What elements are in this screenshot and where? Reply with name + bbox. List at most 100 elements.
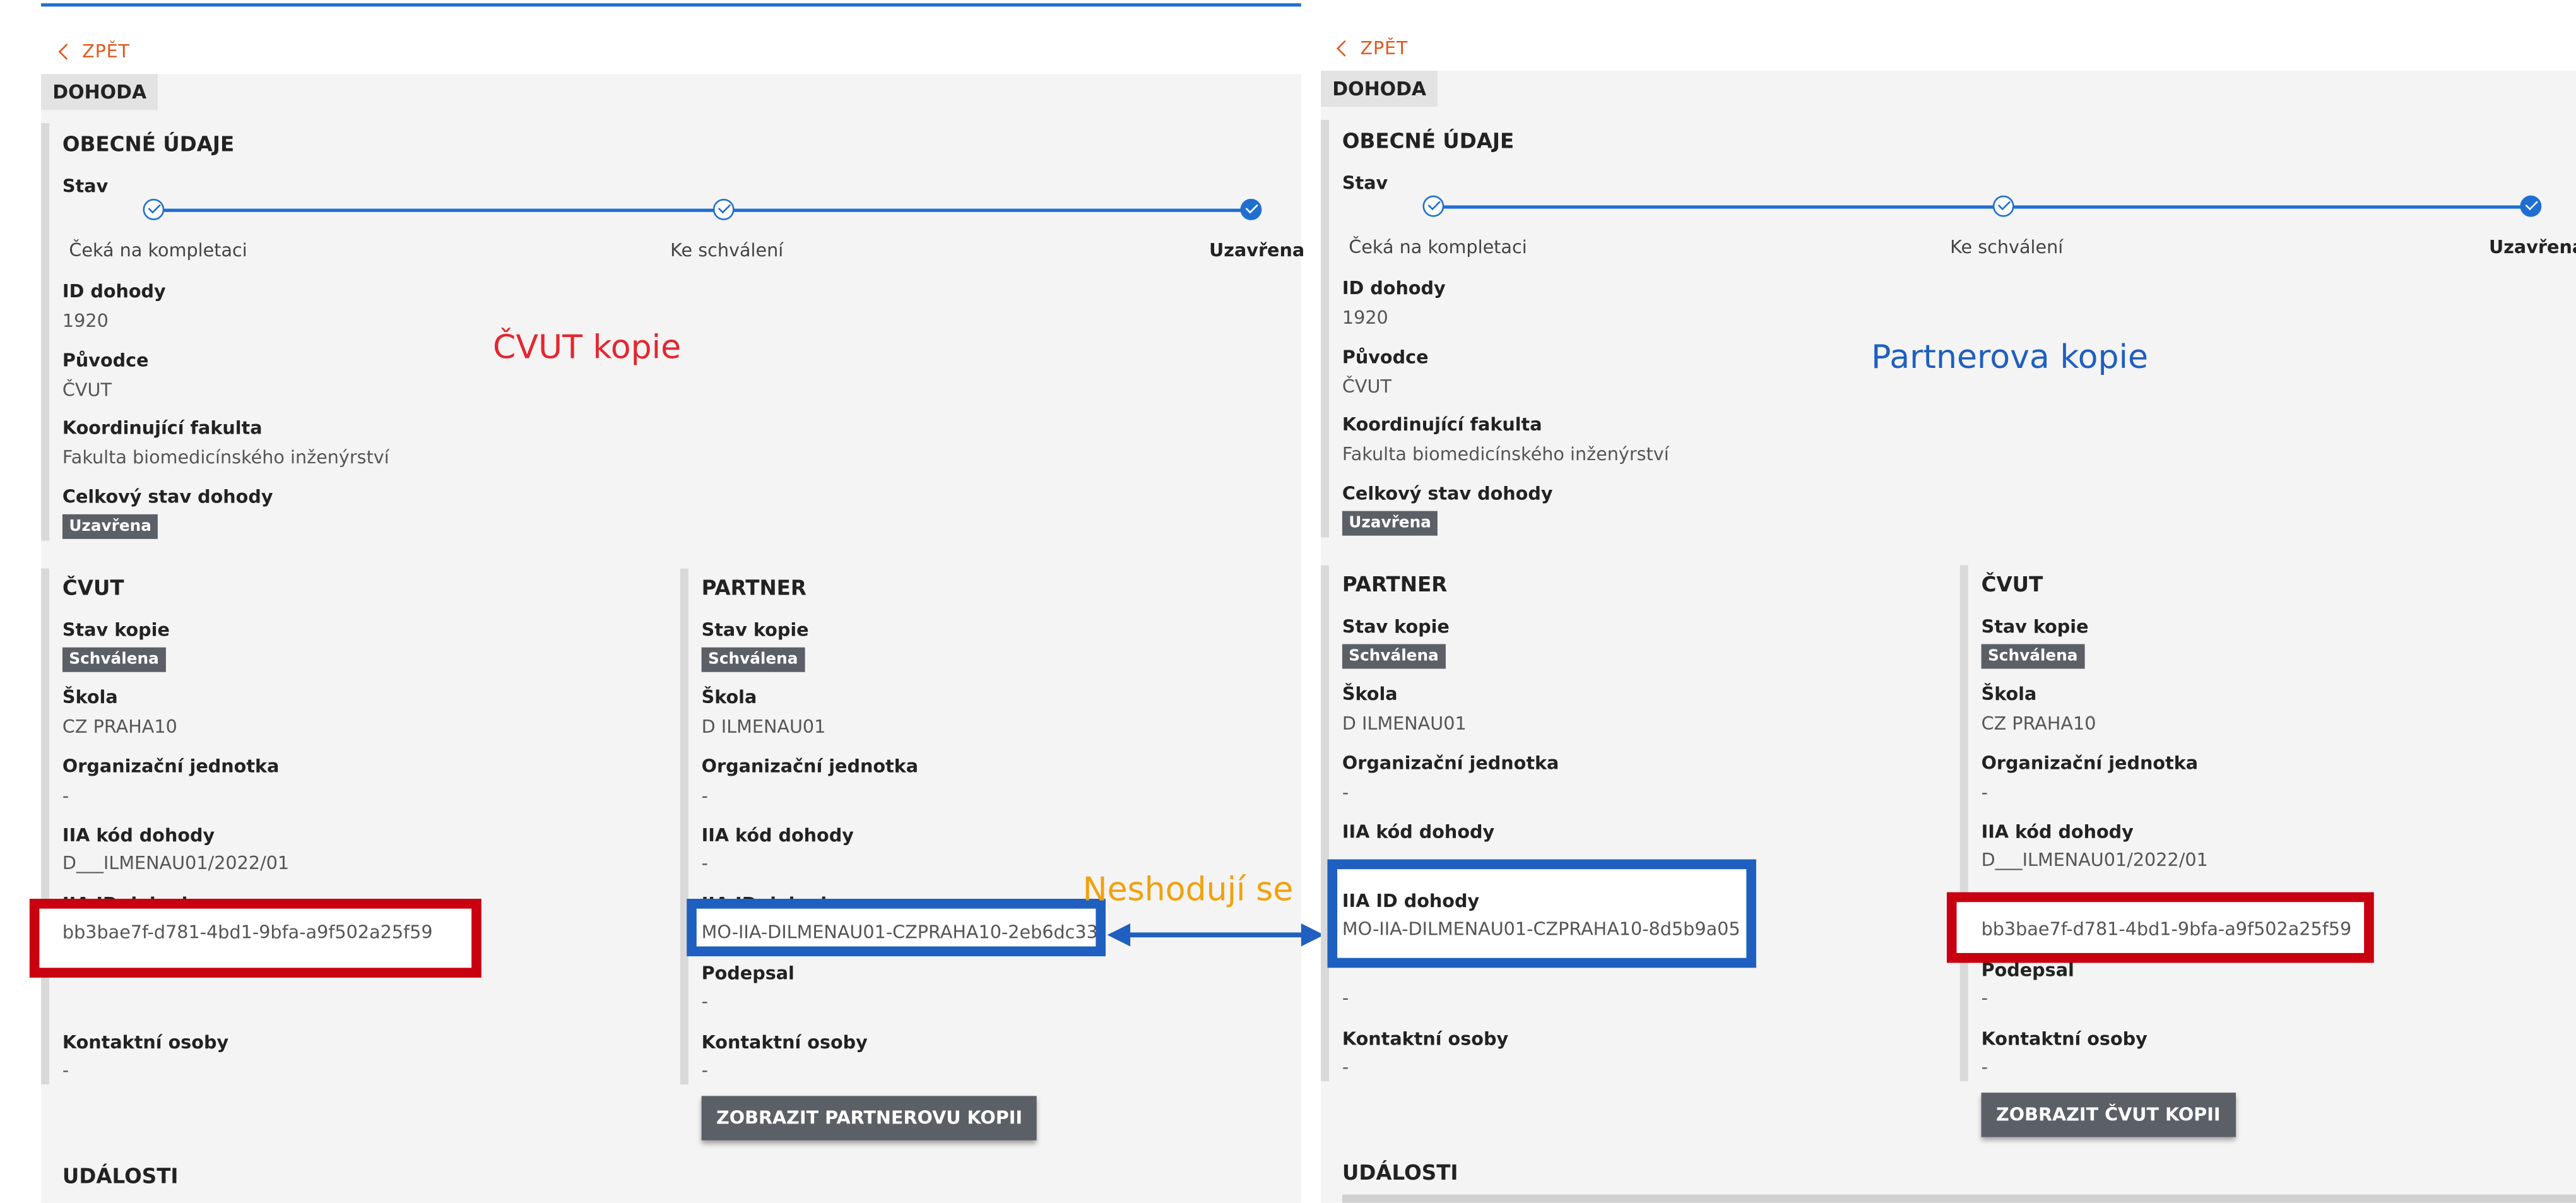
org-unit-value: -	[1342, 782, 1349, 804]
iia-id-label: IIA ID dohody	[1342, 890, 1480, 912]
contacts-label: Kontaktní osoby	[62, 1031, 229, 1053]
back-link-label: ZPĚT	[1360, 37, 1409, 59]
copy-status-badge: Schválena	[1342, 644, 1446, 669]
copy-status-label: Stav kopie	[1342, 616, 1450, 638]
faculty-label: Koordinující fakulta	[62, 417, 263, 439]
school-label: Škola	[1342, 683, 1398, 705]
general-section-title: OBECNÉ ÚDAJE	[62, 131, 235, 157]
step-label-current: Uzavřena	[2488, 236, 2576, 258]
contacts-value: -	[1981, 1056, 1988, 1078]
contacts-label: Kontaktní osoby	[701, 1031, 868, 1053]
tab-dohoda[interactable]: DOHODA	[1321, 70, 1438, 107]
signed-label: Podepsal	[1981, 959, 2074, 981]
overall-status-label: Celkový stav dohody	[62, 486, 273, 508]
highlight-box-blue	[1327, 859, 1756, 968]
signed-value: -	[701, 990, 708, 1012]
overall-status-label: Celkový stav dohody	[1342, 483, 1553, 505]
step-check-icon	[2520, 195, 2542, 217]
org-unit-value: -	[62, 785, 69, 807]
contacts-value: -	[701, 1060, 708, 1081]
chevron-left-icon	[1336, 40, 1353, 57]
agreement-id-label: ID dohody	[62, 281, 166, 303]
events-section-title: UDÁLOSTI	[1342, 1159, 1458, 1185]
iia-code-value: D___ILMENAU01/2022/01	[62, 853, 290, 874]
origin-value: ČVUT	[1342, 376, 1391, 398]
step-label: Čeká na kompletaci	[69, 240, 247, 261]
section-marker	[41, 123, 50, 541]
org-unit-label: Organizační jednotka	[701, 756, 919, 778]
double-arrow-icon	[1107, 923, 1325, 947]
iia-id-value: bb3bae7f-d781-4bd1-9bfa-a9f502a25f59	[62, 922, 433, 944]
caption-cvut-copy: ČVUT kopie	[492, 327, 682, 367]
copy-status-badge: Schválena	[701, 647, 805, 672]
contacts-label: Kontaktní osoby	[1342, 1028, 1509, 1050]
iia-code-label: IIA kód dohody	[1342, 821, 1495, 843]
back-link[interactable]: ZPĚT	[58, 41, 129, 62]
step-label-current: Uzavřena	[1209, 240, 1305, 261]
back-link[interactable]: ZPĚT	[1336, 37, 1409, 59]
cvut-section-title: ČVUT	[1981, 571, 2043, 596]
mismatch-annotation: Neshodují se	[1082, 869, 1294, 909]
origin-label: Původce	[1342, 347, 1429, 369]
faculty-label: Koordinující fakulta	[1342, 414, 1542, 436]
school-value: D ILMENAU01	[1342, 713, 1467, 735]
agreement-id-label: ID dohody	[1342, 277, 1446, 299]
signed-value: -	[1342, 987, 1349, 1009]
school-label: Škola	[1981, 683, 2037, 705]
agreement-id-value: 1920	[62, 311, 109, 332]
iia-id-value: bb3bae7f-d781-4bd1-9bfa-a9f502a25f59	[1981, 918, 2352, 940]
faculty-value: Fakulta biomedicínského inženýrství	[1342, 443, 1669, 465]
copy-status-badge: Schválena	[1981, 644, 2084, 669]
copy-status-label: Stav kopie	[1981, 616, 2089, 638]
partner-section-title: PARTNER	[701, 575, 806, 600]
contacts-value: -	[62, 1060, 69, 1081]
org-unit-label: Organizační jednotka	[1981, 752, 2199, 774]
tab-dohoda[interactable]: DOHODA	[41, 74, 158, 110]
top-accent-line	[41, 3, 1301, 7]
chevron-left-icon	[58, 44, 75, 60]
iia-code-label: IIA kód dohody	[1981, 821, 2134, 843]
contacts-label: Kontaktní osoby	[1981, 1028, 2148, 1050]
signed-value: -	[1981, 987, 1988, 1009]
status-stepper-line	[1434, 205, 2532, 209]
status-label: Stav	[1342, 172, 1388, 194]
general-section-title: OBECNÉ ÚDAJE	[1342, 128, 1515, 153]
agreement-id-value: 1920	[1342, 307, 1388, 329]
section-marker	[1959, 565, 1968, 1081]
show-cvut-copy-button[interactable]: ZOBRAZIT ČVUT KOPII	[1981, 1093, 2235, 1137]
copy-status-badge: Schválena	[62, 647, 166, 672]
school-label: Škola	[701, 687, 757, 709]
step-check-icon	[143, 198, 165, 220]
contacts-value: -	[1342, 1056, 1349, 1078]
section-marker	[680, 568, 688, 1085]
caption-partner-copy: Partnerova kopie	[1871, 336, 2149, 377]
partner-section-title: PARTNER	[1342, 571, 1448, 596]
school-label: Škola	[62, 687, 118, 709]
step-label: Čeká na kompletaci	[1349, 236, 1527, 258]
faculty-value: Fakulta biomedicínského inženýrství	[62, 447, 389, 468]
copy-status-label: Stav kopie	[701, 619, 809, 641]
section-marker	[1321, 120, 1330, 538]
step-check-icon	[1422, 195, 1445, 217]
origin-value: ČVUT	[62, 379, 112, 401]
step-check-icon	[712, 198, 735, 220]
step-check-icon	[1240, 198, 1262, 220]
school-value: CZ PRAHA10	[1981, 713, 2096, 735]
status-stepper-line	[153, 208, 1251, 212]
cvut-section-title: ČVUT	[62, 575, 124, 600]
divider	[1342, 1194, 2576, 1203]
org-unit-label: Organizační jednotka	[1342, 752, 1559, 774]
show-partner-copy-button[interactable]: ZOBRAZIT PARTNEROVU KOPII	[701, 1096, 1037, 1141]
org-unit-value: -	[701, 785, 708, 807]
comparison-screenshot: ZPĚT DOHODA OBECNÉ ÚDAJE Stav Čeká na ko…	[0, 0, 2576, 1203]
iia-id-value: MO-IIA-DILMENAU01-CZPRAHA10-2eb6dc33	[701, 922, 1098, 944]
org-unit-label: Organizační jednotka	[62, 756, 280, 778]
step-check-icon	[1992, 195, 2014, 217]
iia-code-value: D___ILMENAU01/2022/01	[1981, 849, 2208, 871]
school-value: CZ PRAHA10	[62, 716, 177, 738]
section-marker	[1321, 565, 1330, 1081]
events-section-title: UDÁLOSTI	[62, 1163, 179, 1188]
copy-status-label: Stav kopie	[62, 619, 170, 641]
step-label: Ke schválení	[1950, 236, 2064, 258]
origin-label: Původce	[62, 350, 149, 372]
